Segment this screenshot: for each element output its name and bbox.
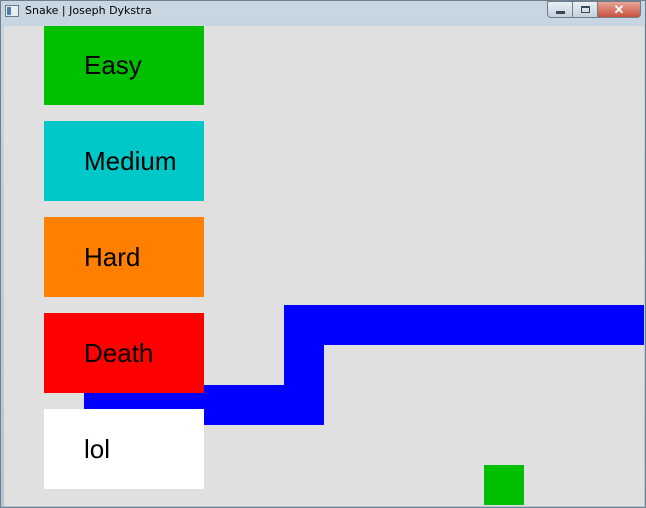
snake-segment bbox=[284, 305, 324, 345]
game-canvas[interactable]: Easy Medium Hard Death lol bbox=[4, 26, 644, 506]
close-button[interactable]: ✕ bbox=[598, 1, 641, 18]
lol-button-label: lol bbox=[84, 433, 111, 464]
minimize-button[interactable] bbox=[547, 1, 573, 18]
snake-segment bbox=[324, 305, 364, 345]
easy-button-label: Easy bbox=[84, 49, 142, 80]
easy-button[interactable]: Easy bbox=[44, 26, 204, 105]
hard-button-label: Hard bbox=[84, 241, 141, 272]
maximize-button[interactable] bbox=[573, 1, 598, 18]
snake-segment bbox=[444, 305, 484, 345]
food-pellet bbox=[484, 465, 524, 505]
snake-segment bbox=[564, 305, 604, 345]
window-title: Snake | Joseph Dykstra bbox=[25, 4, 152, 17]
death-button-label: Death bbox=[84, 337, 154, 368]
snake-segment bbox=[404, 305, 444, 345]
snake-segment bbox=[484, 305, 524, 345]
snake-segment bbox=[284, 385, 324, 425]
maximize-icon bbox=[580, 6, 590, 13]
snake-segment bbox=[364, 305, 404, 345]
snake-segment bbox=[604, 305, 644, 345]
caption-buttons: ✕ bbox=[547, 1, 641, 18]
snake-segment bbox=[204, 385, 244, 425]
app-icon[interactable] bbox=[5, 5, 19, 17]
game-window: Snake | Joseph Dykstra ✕ Easy Medium Har… bbox=[0, 0, 646, 508]
lol-button[interactable]: lol bbox=[44, 409, 204, 489]
close-icon: ✕ bbox=[613, 1, 625, 17]
hard-button[interactable]: Hard bbox=[44, 217, 204, 297]
snake-segment bbox=[524, 305, 564, 345]
minimize-icon bbox=[555, 10, 565, 14]
medium-button[interactable]: Medium bbox=[44, 121, 204, 201]
title-bar[interactable]: Snake | Joseph Dykstra ✕ bbox=[1, 1, 645, 23]
snake-segment bbox=[284, 345, 324, 385]
death-button[interactable]: Death bbox=[44, 313, 204, 393]
medium-button-label: Medium bbox=[84, 145, 177, 176]
snake-segment bbox=[244, 385, 284, 425]
